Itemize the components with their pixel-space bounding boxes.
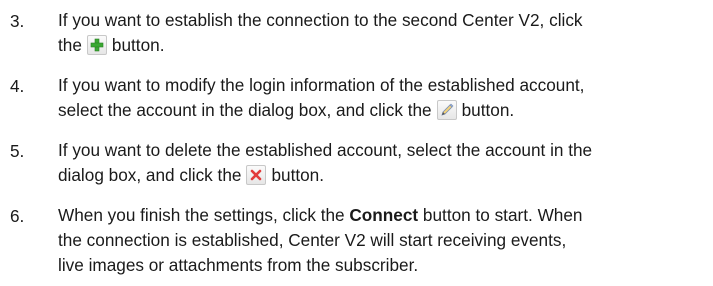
paragraph-line: If you want to delete the established ac… xyxy=(58,140,593,160)
paragraph-line: When you finish the settings, click the … xyxy=(58,202,582,228)
text-span: the xyxy=(58,35,82,55)
edit-pencil-icon xyxy=(436,100,457,120)
paragraph-line: the connection is established, Center V2… xyxy=(58,230,567,250)
paragraph-line: If you want to modify the login informat… xyxy=(58,75,585,95)
text-span: select the account in the dialog box, an… xyxy=(58,100,432,120)
step-number: 4. xyxy=(10,76,25,96)
text-span: button to start. When xyxy=(422,205,583,225)
text-span: button. xyxy=(111,35,165,55)
delete-red-x-icon xyxy=(246,165,267,185)
step-number: 3. xyxy=(10,11,25,31)
paragraph-line: If you want to establish the connection … xyxy=(58,10,583,30)
text-span: button. xyxy=(271,165,325,185)
connect-label: Connect xyxy=(349,205,419,225)
add-green-plus-icon xyxy=(86,35,107,55)
paragraph-line: live images or attachments from the subs… xyxy=(58,255,419,275)
text-span: dialog box, and click the xyxy=(58,165,242,185)
text-span: button. xyxy=(461,100,515,120)
paragraph-line: the button. xyxy=(58,32,164,58)
paragraph-line: select the account in the dialog box, an… xyxy=(58,97,514,123)
paragraph-line: dialog box, and click the button. xyxy=(58,162,324,188)
step-number: 6. xyxy=(10,206,25,226)
text-span: When you finish the settings, click the xyxy=(58,205,345,225)
step-number: 5. xyxy=(10,141,25,161)
